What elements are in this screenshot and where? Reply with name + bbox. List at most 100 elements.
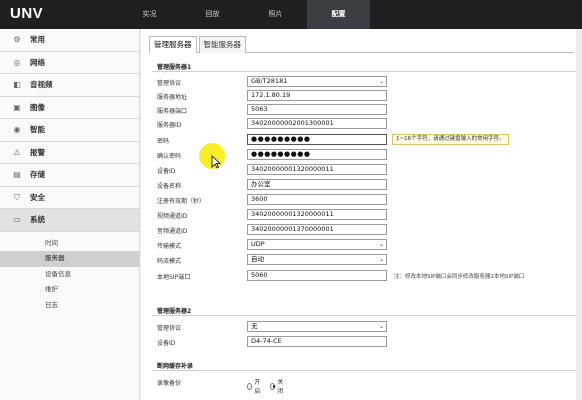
sip-port-note: 注：修改本地SIP端口会同步修改服务器2本地SIP端口 bbox=[394, 274, 525, 280]
local-sip-port-label: 本地SIP端口 bbox=[157, 274, 191, 281]
sidebar-item-label: 智能 bbox=[30, 125, 45, 134]
tab-intelligent-server[interactable]: 智能服务器 bbox=[198, 36, 246, 53]
sidebar-item-label: 常用 bbox=[30, 35, 45, 44]
chevron-down-icon: ⌄ bbox=[378, 256, 384, 263]
protocol-select[interactable]: GB/T28181 ⌄ bbox=[247, 76, 387, 87]
sidebar-item-common[interactable]: ⚙ 常用 bbox=[0, 29, 139, 52]
device-id-input[interactable]: 34020000001320000011 bbox=[247, 164, 387, 175]
section-title: 断网缓存补录 bbox=[152, 361, 578, 371]
sidebar-item-audio-video[interactable]: ◧ 音视频 bbox=[0, 74, 139, 97]
audio-channel-id-input[interactable]: 34020000001370000001 bbox=[247, 224, 387, 235]
radio-on-label: 开启 bbox=[254, 379, 261, 395]
tab-management-server[interactable]: 管理服务器 bbox=[149, 36, 197, 53]
chevron-down-icon: ⌄ bbox=[378, 241, 384, 248]
smart-icon: ◉ bbox=[13, 125, 21, 134]
video-channel-id-input[interactable]: 34020000001320000011 bbox=[247, 209, 387, 220]
device-id2-input[interactable]: D4-74-CE bbox=[247, 336, 387, 347]
offline-backup-section: 断网缓存补录 录像备份 开启 关闭 bbox=[152, 361, 578, 397]
submenu-item-device-info[interactable]: 设备信息 bbox=[0, 267, 139, 283]
server-id-label: 服务器ID bbox=[157, 122, 182, 129]
radio-off-label: 关闭 bbox=[277, 379, 284, 395]
system-submenu: 时间 服务器 设备信息 维护 日志 bbox=[0, 232, 139, 318]
sidebar-item-alarm[interactable]: ⚠ 报警 bbox=[0, 142, 139, 164]
shield-icon: ⛉ bbox=[14, 192, 20, 202]
device-id-label: 设备ID bbox=[157, 168, 176, 175]
audio-channel-id-label: 音频通道ID bbox=[157, 228, 188, 235]
section-title: 管理服务器1 bbox=[152, 62, 578, 72]
registration-period-label: 注册有效期（秒） bbox=[157, 198, 206, 205]
sidebar-item-network[interactable]: ◎ 网络 bbox=[0, 52, 139, 74]
record-backup-label: 录像备份 bbox=[157, 380, 182, 387]
alarm-icon: ⚠ bbox=[13, 147, 21, 157]
sidebar-item-label: 系统 bbox=[30, 215, 45, 224]
sidebar-item-label: 音视频 bbox=[30, 80, 53, 89]
top-navigation-bar: UNV 实况 回放 照片 配置 bbox=[0, 0, 582, 29]
transport-mode-select[interactable]: UDP ⌄ bbox=[247, 239, 387, 250]
server-port-input[interactable]: 5063 bbox=[247, 104, 387, 115]
stream-mode-label: 码流模式 bbox=[157, 258, 182, 265]
server-tabs: 管理服务器 智能服务器 bbox=[149, 36, 574, 53]
radio-off-option[interactable]: 关闭 bbox=[270, 377, 285, 395]
radio-button[interactable] bbox=[270, 382, 276, 390]
sidebar-item-label: 安全 bbox=[30, 192, 45, 202]
password-label: 密码 bbox=[157, 138, 170, 145]
transport-mode-value: UDP bbox=[251, 240, 265, 248]
sidebar-item-storage[interactable]: ▤ 存储 bbox=[0, 164, 139, 187]
brand-logo: UNV bbox=[10, 5, 44, 22]
video-channel-id-label: 视频通道ID bbox=[157, 213, 188, 220]
sidebar-item-system[interactable]: ▭ 系统 bbox=[0, 209, 139, 232]
registration-period-input[interactable]: 3600 bbox=[247, 194, 387, 205]
gear-icon: ⚙ bbox=[13, 35, 21, 44]
tab-config[interactable]: 配置 bbox=[307, 0, 370, 29]
sidebar-item-label: 网络 bbox=[30, 57, 45, 67]
sidebar-item-label: 报警 bbox=[30, 147, 45, 157]
confirm-password-label: 确认密码 bbox=[157, 153, 182, 160]
mouse-pointer-icon bbox=[211, 155, 221, 169]
tab-live[interactable]: 实况 bbox=[118, 0, 181, 29]
protocol-value: GB/T28181 bbox=[251, 77, 288, 85]
sidebar-item-label: 图像 bbox=[30, 102, 45, 112]
password-hint-tooltip: 1~16个字符，请通过键盘输入的常用字符。 bbox=[392, 134, 509, 145]
protocol2-value: 无 bbox=[251, 322, 258, 330]
submenu-item-maintenance[interactable]: 维护 bbox=[0, 282, 139, 298]
record-backup-radio-group: 开启 关闭 bbox=[247, 377, 293, 395]
tab-playback[interactable]: 回放 bbox=[181, 0, 244, 29]
device-id2-label: 设备ID bbox=[157, 340, 176, 347]
chevron-down-icon: ⌄ bbox=[378, 78, 384, 85]
folder-icon: ▭ bbox=[13, 215, 21, 224]
device-name-input[interactable]: 办公室 bbox=[247, 179, 387, 190]
local-sip-port-input[interactable]: 5060 bbox=[247, 270, 387, 281]
speaker-icon: ◧ bbox=[13, 80, 21, 89]
password-input[interactable]: ●●●●●●●●● bbox=[247, 134, 387, 145]
scrollbar[interactable] bbox=[576, 29, 582, 400]
server-address-input[interactable]: 172.1.80.19 bbox=[247, 90, 387, 101]
stream-mode-select[interactable]: 自动 ⌄ bbox=[247, 254, 387, 265]
protocol2-label: 管理协议 bbox=[157, 325, 182, 332]
device-name-label: 设备名称 bbox=[157, 183, 182, 190]
top-nav-tabs: 实况 回放 照片 配置 bbox=[118, 0, 370, 29]
confirm-password-input[interactable]: ●●●●●●●●● bbox=[247, 149, 387, 160]
sidebar-item-image[interactable]: ▣ 图像 bbox=[0, 97, 139, 119]
main-panel: 管理服务器 智能服务器 管理服务器1 管理协议 GB/T28181 ⌄ 服务器地… bbox=[141, 29, 582, 400]
management-server-2-section: 管理服务器2 管理协议 无 ⌄ 设备ID D4-74-CE bbox=[152, 306, 578, 354]
globe-icon: ◎ bbox=[13, 57, 21, 67]
management-server-1-section: 管理服务器1 管理协议 GB/T28181 ⌄ 服务器地址 172.1.80.1… bbox=[152, 62, 578, 327]
sidebar-item-smart[interactable]: ◉ 智能 bbox=[0, 119, 139, 142]
storage-icon: ▤ bbox=[13, 170, 21, 179]
sidebar-item-security[interactable]: ⛉ 安全 bbox=[0, 187, 139, 209]
submenu-item-time[interactable]: 时间 bbox=[0, 236, 139, 252]
radio-button[interactable] bbox=[247, 382, 253, 390]
radio-on-option[interactable]: 开启 bbox=[247, 377, 262, 395]
section-title: 管理服务器2 bbox=[152, 306, 578, 316]
sidebar: ⚙ 常用 ◎ 网络 ◧ 音视频 ▣ 图像 ◉ 智能 ⚠ 报警 ▤ 存储 ⛉ 安全… bbox=[0, 29, 140, 400]
submenu-item-server[interactable]: 服务器 bbox=[0, 251, 139, 267]
sidebar-item-label: 存储 bbox=[30, 170, 45, 179]
server-id-input[interactable]: 34020000002001300001 bbox=[247, 118, 387, 129]
server-address-label: 服务器地址 bbox=[157, 94, 188, 101]
submenu-item-log[interactable]: 日志 bbox=[0, 298, 139, 314]
server-port-label: 服务器端口 bbox=[157, 108, 188, 115]
stream-mode-value: 自动 bbox=[251, 255, 264, 263]
protocol-label: 管理协议 bbox=[157, 80, 182, 87]
protocol2-select[interactable]: 无 ⌄ bbox=[247, 321, 387, 332]
tab-photo[interactable]: 照片 bbox=[244, 0, 307, 29]
